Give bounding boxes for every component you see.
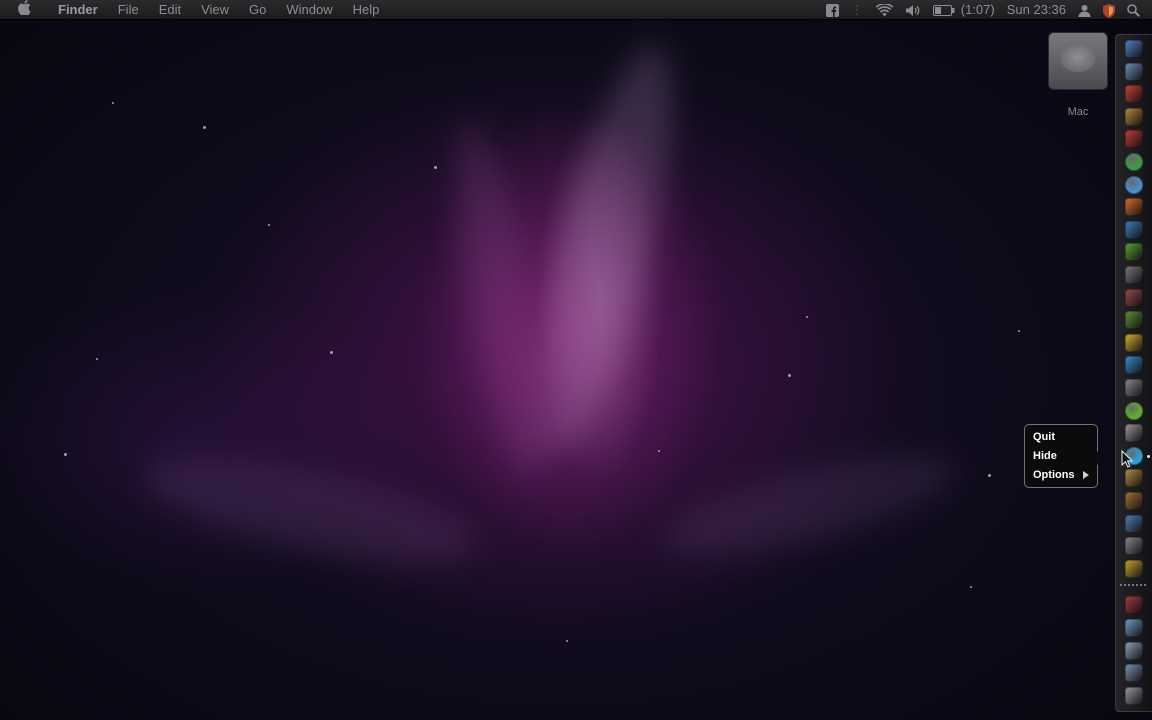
spotlight-icon[interactable] — [1121, 0, 1146, 19]
menu-file[interactable]: File — [108, 0, 149, 19]
menu-edit[interactable]: Edit — [149, 0, 191, 19]
messenger-icon[interactable] — [1125, 356, 1143, 375]
finder-icon[interactable] — [1125, 40, 1143, 58]
star — [330, 351, 333, 354]
shield-icon[interactable] — [1097, 0, 1121, 19]
menu-item-label: Quit — [1033, 431, 1055, 443]
menu-view[interactable]: View — [191, 0, 239, 19]
star — [268, 224, 270, 226]
menu-separator-icon: ⋮ — [850, 2, 864, 17]
menu-window[interactable]: Window — [276, 0, 342, 19]
desktop[interactable]: Finder File Edit View Go Window Help ⋮ (… — [0, 0, 1152, 720]
dock-separator — [1120, 584, 1148, 587]
camera-icon[interactable] — [1125, 266, 1143, 284]
mouse-pointer-icon — [1121, 449, 1134, 473]
screen-icon[interactable] — [1125, 664, 1143, 683]
star — [566, 640, 568, 642]
star — [96, 358, 98, 360]
toolbox-icon[interactable] — [1125, 288, 1143, 307]
spotify-icon[interactable] — [1125, 401, 1143, 420]
running-indicator — [1147, 454, 1150, 458]
menu-item-hide[interactable]: Hide — [1025, 447, 1097, 466]
guitar-icon[interactable] — [1125, 492, 1143, 510]
star — [970, 586, 972, 588]
bittorrent-icon[interactable] — [1125, 243, 1143, 262]
folder-icon[interactable] — [1125, 619, 1143, 637]
battery-time: (1:07) — [960, 2, 995, 17]
document-icon[interactable] — [1125, 424, 1143, 443]
menu-item-quit[interactable]: Quit — [1025, 428, 1097, 447]
menu-help[interactable]: Help — [343, 0, 390, 19]
star — [434, 166, 437, 169]
wifi-icon[interactable] — [870, 0, 899, 19]
wallpaper-streak — [439, 117, 561, 483]
brush-icon[interactable] — [1125, 311, 1143, 330]
trash-icon[interactable] — [1125, 686, 1143, 705]
menu-bar: Finder File Edit View Go Window Help ⋮ (… — [0, 0, 1152, 20]
firefox-icon[interactable] — [1125, 198, 1143, 217]
chrome-icon[interactable] — [1125, 153, 1143, 171]
system-preferences-icon[interactable] — [1125, 537, 1143, 556]
menu-app-name[interactable]: Finder — [48, 0, 108, 19]
facebook-icon[interactable] — [820, 0, 845, 19]
star — [806, 316, 808, 318]
dock — [1115, 34, 1152, 712]
star-icon[interactable] — [1125, 379, 1143, 397]
apple-logo-icon[interactable] — [0, 0, 48, 19]
volume-icon[interactable] — [899, 0, 927, 19]
submenu-arrow-icon — [1083, 471, 1089, 479]
mail-icon[interactable] — [1125, 62, 1143, 81]
mailbox-icon[interactable] — [1125, 559, 1143, 578]
star — [64, 453, 67, 456]
star — [658, 450, 660, 452]
hard-drive-label: Mac — [1067, 106, 1089, 118]
wallpaper-streak — [135, 435, 485, 585]
star — [112, 102, 114, 104]
menu-go[interactable]: Go — [239, 0, 276, 19]
safari-icon[interactable] — [1125, 175, 1143, 194]
star — [988, 474, 991, 477]
wordpress-icon[interactable] — [1125, 220, 1143, 239]
user-icon[interactable] — [1072, 0, 1097, 19]
star — [1018, 330, 1020, 332]
smiley-icon[interactable] — [1125, 333, 1143, 352]
menu-item-label: Options — [1033, 469, 1075, 481]
star — [203, 126, 206, 129]
clock[interactable]: Sun 23:36 — [1001, 0, 1072, 19]
menu-item-label: Hide — [1033, 450, 1057, 462]
menu-item-options[interactable]: Options — [1025, 466, 1097, 485]
battery-icon[interactable] — [927, 0, 961, 19]
photos-icon[interactable] — [1125, 107, 1143, 126]
globe-icon[interactable] — [1125, 514, 1143, 533]
wallpaper-streak — [655, 434, 965, 576]
downloads-icon[interactable] — [1125, 641, 1143, 660]
calendar-icon[interactable] — [1125, 85, 1143, 104]
flashcard-icon[interactable] — [1125, 130, 1143, 149]
star — [788, 374, 791, 377]
hard-drive-desktop-icon[interactable]: Mac — [1045, 32, 1111, 118]
record-icon[interactable] — [1125, 596, 1143, 615]
dock-context-menu: Quit Hide Options — [1024, 424, 1105, 488]
hard-drive-icon — [1048, 32, 1108, 90]
